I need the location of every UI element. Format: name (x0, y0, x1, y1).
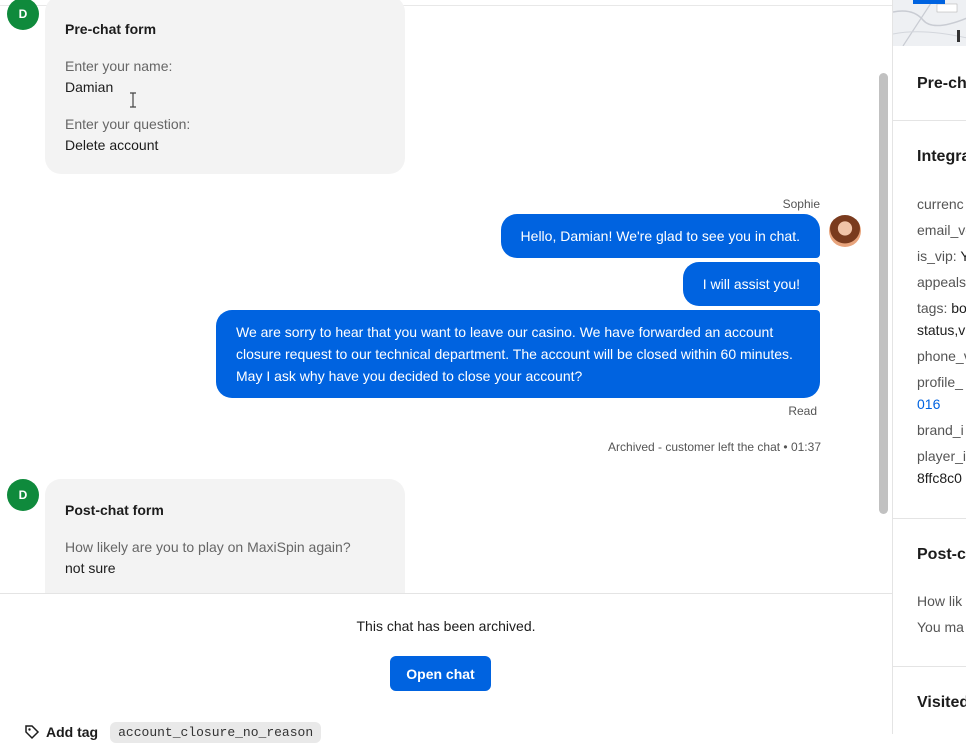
chat-footer: This chat has been archived. Open chat A… (0, 593, 892, 743)
tag-icon (25, 725, 40, 740)
field-continuation: 8ffc8c0 (917, 470, 962, 486)
name-label: Enter your name: (65, 58, 173, 74)
field-continuation: status,v (917, 322, 966, 338)
post-chat-question-value: not sure (65, 560, 116, 576)
section-divider (893, 120, 966, 121)
pre-chat-form-title: Pre-chat form (65, 21, 157, 37)
field-row: appeals (917, 274, 966, 290)
profile-link[interactable]: 016 (917, 396, 940, 412)
field-row: You ma (917, 619, 964, 635)
field-row: How lik (917, 593, 963, 609)
location-map (893, 0, 966, 46)
post-chat-section-title[interactable]: Post-c (917, 546, 966, 564)
field-row: tags: bo (917, 300, 966, 316)
field-row: is_vip: Y (917, 248, 966, 264)
integrations-section-title[interactable]: Integra (917, 148, 966, 166)
text-cursor-icon (128, 92, 138, 108)
name-value: Damian (65, 79, 114, 95)
open-chat-button[interactable]: Open chat (390, 656, 491, 691)
archived-message: This chat has been archived. (356, 618, 536, 634)
field-row: currenc (917, 196, 964, 212)
agent-name: Sophie (782, 197, 820, 211)
archive-system-note: Archived - customer left the chat • 01:3… (608, 440, 821, 454)
field-row: player_i (917, 448, 966, 464)
question-value: Delete account (65, 137, 159, 153)
pre-chat-section-title[interactable]: Pre-ch (917, 75, 966, 93)
pre-chat-form-card: Pre-chat form Enter your name: Damian En… (45, 0, 405, 174)
section-divider (893, 666, 966, 667)
chat-panel: D Pre-chat form Enter your name: Damian … (0, 0, 892, 743)
agent-message: Hello, Damian! We're glad to see you in … (500, 214, 820, 258)
agent-message: We are sorry to hear that you want to le… (216, 310, 820, 398)
tag-chip[interactable]: account_closure_no_reason (110, 721, 322, 743)
question-label: Enter your question: (65, 116, 191, 132)
customer-avatar: D (7, 0, 39, 30)
tag-row: Add tag account_closure_no_reason (24, 721, 322, 743)
visited-section-title[interactable]: Visited (917, 694, 966, 712)
read-status: Read (788, 404, 817, 418)
map-marker-bar (913, 0, 945, 4)
field-row: phone_v (917, 348, 966, 364)
add-tag-button[interactable]: Add tag (46, 724, 98, 740)
post-chat-form-title: Post-chat form (65, 502, 164, 518)
details-sidebar: Pre-ch Integra currenc email_ve is_vip: … (892, 0, 966, 734)
customer-avatar: D (7, 479, 39, 511)
scrollbar-thumb[interactable] (879, 73, 888, 514)
post-chat-form-card: Post-chat form How likely are you to pla… (45, 479, 405, 593)
agent-avatar (829, 215, 861, 247)
agent-message: I will assist you! (682, 262, 820, 306)
chat-transcript[interactable]: D Pre-chat form Enter your name: Damian … (0, 0, 892, 593)
section-divider (893, 518, 966, 519)
post-chat-question-label: How likely are you to play on MaxiSpin a… (65, 539, 351, 555)
field-row: brand_i (917, 422, 964, 438)
field-row: email_ve (917, 222, 966, 238)
field-row: profile_ (917, 374, 963, 390)
